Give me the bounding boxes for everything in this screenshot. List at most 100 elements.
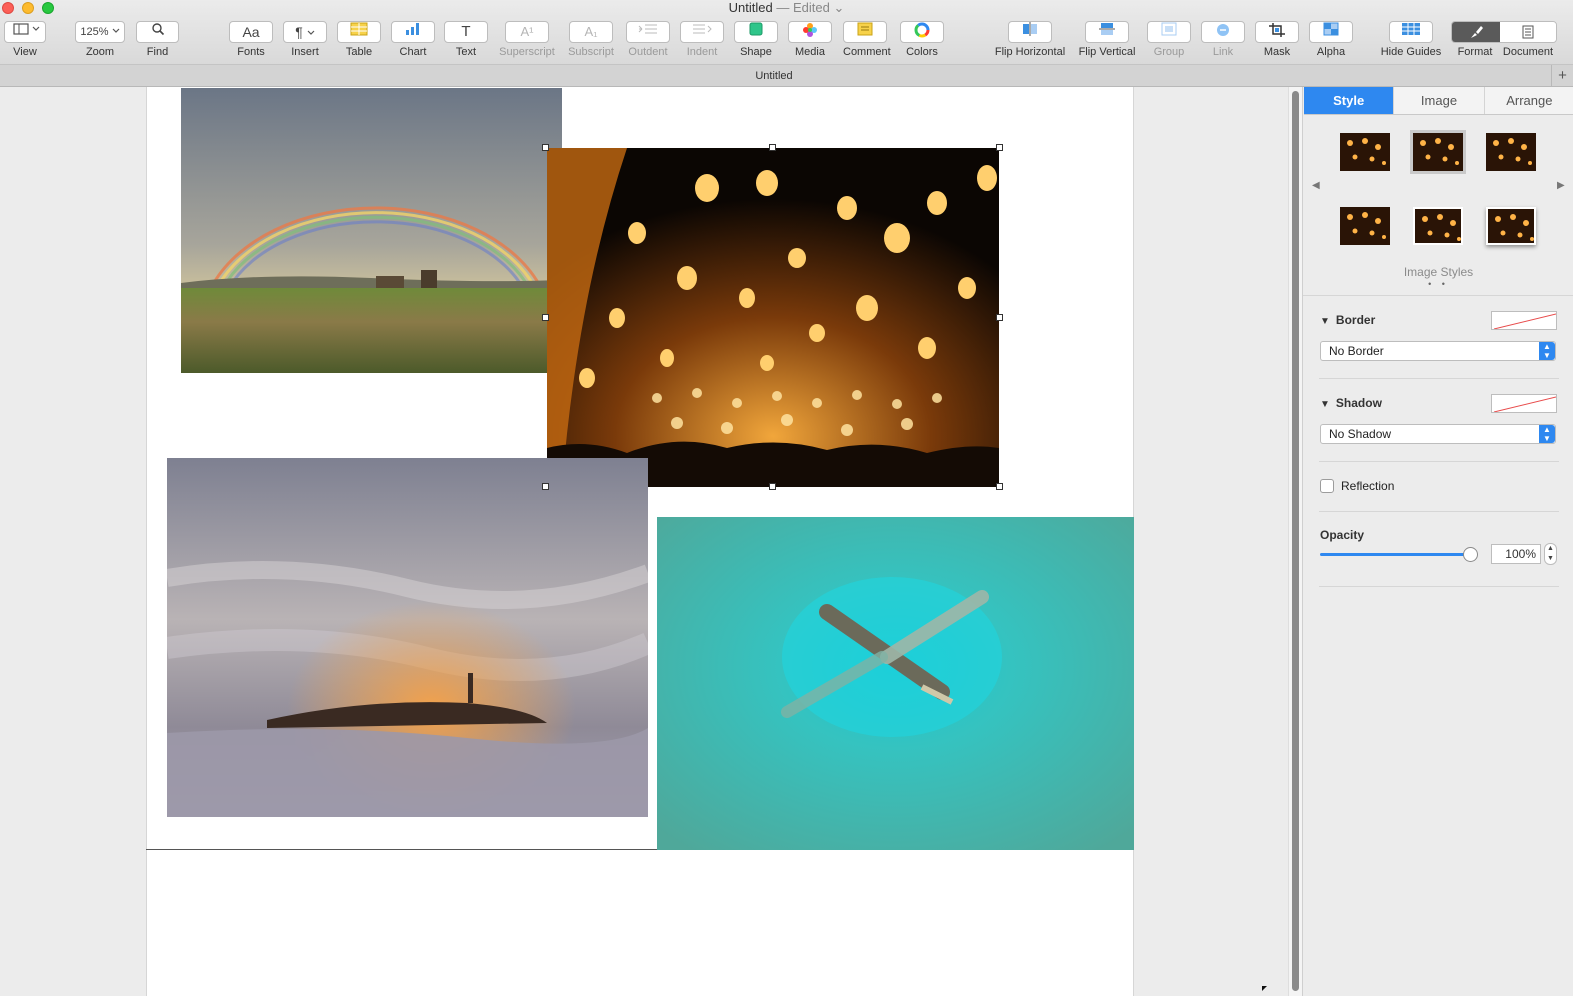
- document-button[interactable]: [1499, 22, 1556, 42]
- rainbow-landscape-image[interactable]: [181, 88, 562, 373]
- shadow-style-select[interactable]: No Shadow ▲ ▼: [1320, 424, 1556, 444]
- tab-arrange[interactable]: Arrange: [1484, 87, 1573, 114]
- flip-horizontal-icon: [1023, 22, 1037, 36]
- resize-handle-top-right[interactable]: [996, 144, 1003, 151]
- resize-handle-top-left[interactable]: [542, 144, 549, 151]
- find-button[interactable]: Find: [136, 21, 179, 58]
- window-title: Untitled — Edited ⌄: [728, 0, 845, 15]
- disclosure-triangle-icon: ▼: [1320, 316, 1330, 327]
- subscript-button[interactable]: A₁ Subscript: [568, 21, 614, 58]
- image-style-preset[interactable]: [1340, 207, 1390, 245]
- flip-vertical-icon: [1099, 23, 1115, 35]
- reflection-checkbox[interactable]: [1320, 479, 1334, 493]
- bar-chart-icon: [406, 23, 419, 35]
- group-button[interactable]: Group: [1147, 21, 1191, 58]
- zoom-value: 125%: [80, 26, 109, 38]
- superscript-button[interactable]: A¹ Superscript: [499, 21, 555, 58]
- border-section-title[interactable]: ▼ Border: [1320, 313, 1375, 327]
- image-style-preset[interactable]: [1486, 133, 1536, 171]
- insert-button[interactable]: ¶ Insert: [283, 21, 327, 58]
- shadow-section-title[interactable]: ▼ Shadow: [1320, 396, 1382, 410]
- divider: [1319, 586, 1559, 587]
- resize-handle-bottom-left[interactable]: [542, 483, 549, 490]
- indent-button[interactable]: Indent: [680, 21, 724, 58]
- opacity-value-field[interactable]: 100%: [1491, 544, 1541, 564]
- comment-button[interactable]: Comment: [843, 21, 891, 58]
- chevron-down-icon: [307, 30, 315, 35]
- table-button[interactable]: Table: [337, 21, 381, 58]
- image-style-preset[interactable]: [1413, 207, 1463, 245]
- document-canvas[interactable]: [0, 87, 1290, 996]
- styles-page-indicator[interactable]: • •: [1303, 279, 1573, 289]
- color-wheel-icon: [914, 22, 930, 38]
- shadow-color-well[interactable]: [1491, 394, 1557, 413]
- image-style-preset[interactable]: [1410, 130, 1466, 174]
- tab-style[interactable]: Style: [1304, 87, 1395, 114]
- document-icon: [1522, 25, 1534, 39]
- document-tab[interactable]: Untitled: [0, 65, 1548, 87]
- text-button[interactable]: T Text: [444, 21, 488, 58]
- chart-button[interactable]: Chart: [391, 21, 435, 58]
- border-style-select[interactable]: No Border ▲ ▼: [1320, 341, 1556, 361]
- shape-icon: [749, 22, 763, 36]
- mask-button[interactable]: Mask: [1255, 21, 1299, 58]
- tab-bar: Untitled +: [0, 65, 1573, 87]
- reflection-label: Reflection: [1341, 479, 1395, 493]
- comment-note-icon: [857, 22, 873, 36]
- toolbar: Untitled — Edited ⌄ View 125% Zoom Find …: [0, 0, 1573, 65]
- sidebar-icon: [13, 23, 40, 35]
- image-styles-caption: Image Styles: [1403, 265, 1474, 279]
- plane-wreck-underwater-image[interactable]: [657, 517, 1134, 850]
- format-inspector: Style Image Arrange ◀ ▶ Image Styles • •…: [1302, 87, 1573, 996]
- opacity-slider-knob[interactable]: [1463, 547, 1478, 562]
- stepper-arrows-icon: ▲ ▼: [1539, 425, 1555, 443]
- colors-button[interactable]: Colors: [900, 21, 944, 58]
- paintbrush-icon: [1470, 26, 1483, 38]
- outdent-icon: [638, 24, 657, 34]
- hide-guides-button[interactable]: Hide Guides: [1381, 21, 1441, 58]
- title-menu-icon[interactable]: ⌄: [833, 0, 844, 15]
- opacity-slider-track[interactable]: [1320, 553, 1470, 556]
- resize-handle-bottom-right[interactable]: [996, 483, 1003, 490]
- tab-image[interactable]: Image: [1394, 87, 1485, 114]
- fonts-button[interactable]: Aa Fonts: [229, 21, 273, 58]
- format-button[interactable]: [1452, 22, 1500, 42]
- vertical-scrollbar[interactable]: [1288, 87, 1302, 996]
- indent-icon: [693, 24, 712, 34]
- flip-vertical-button[interactable]: Flip Vertical: [1079, 21, 1135, 58]
- image-style-preset[interactable]: [1486, 207, 1536, 245]
- disclosure-triangle-icon: ▼: [1320, 399, 1330, 410]
- scrollbar-thumb[interactable]: [1292, 91, 1299, 991]
- opacity-stepper[interactable]: ▲ ▼: [1544, 543, 1557, 565]
- link-icon: [1217, 24, 1229, 36]
- link-button[interactable]: Link: [1201, 21, 1245, 58]
- divider: [1319, 461, 1559, 462]
- group-icon: [1161, 22, 1177, 36]
- table-icon: [350, 22, 368, 36]
- divider: [1319, 378, 1559, 379]
- new-tab-button[interactable]: +: [1551, 65, 1573, 87]
- resize-handle-left[interactable]: [542, 314, 549, 321]
- alpha-button[interactable]: Alpha: [1309, 21, 1353, 58]
- instant-alpha-icon: [1323, 22, 1339, 36]
- divider: [1319, 511, 1559, 512]
- flip-horizontal-button[interactable]: Flip Horizontal: [995, 21, 1065, 58]
- outdent-button[interactable]: Outdent: [626, 21, 670, 58]
- photos-flower-icon: [803, 23, 817, 37]
- border-color-well[interactable]: [1491, 311, 1557, 330]
- resize-handle-top[interactable]: [769, 144, 776, 151]
- zoom-control[interactable]: 125% Zoom: [75, 21, 125, 58]
- resize-handle-right[interactable]: [996, 314, 1003, 321]
- view-button[interactable]: View: [4, 21, 46, 58]
- sky-lanterns-image[interactable]: [547, 148, 999, 487]
- stepper-arrows-icon: ▲ ▼: [1539, 342, 1555, 360]
- media-button[interactable]: Media: [788, 21, 832, 58]
- styles-prev-icon[interactable]: ◀: [1312, 180, 1320, 191]
- foggy-village-image[interactable]: [167, 458, 648, 817]
- styles-next-icon[interactable]: ▶: [1557, 180, 1565, 191]
- crop-mask-icon: [1269, 23, 1285, 37]
- image-style-preset[interactable]: [1340, 133, 1390, 171]
- magnifier-icon: [151, 23, 164, 36]
- shape-button[interactable]: Shape: [734, 21, 778, 58]
- resize-handle-bottom[interactable]: [769, 483, 776, 490]
